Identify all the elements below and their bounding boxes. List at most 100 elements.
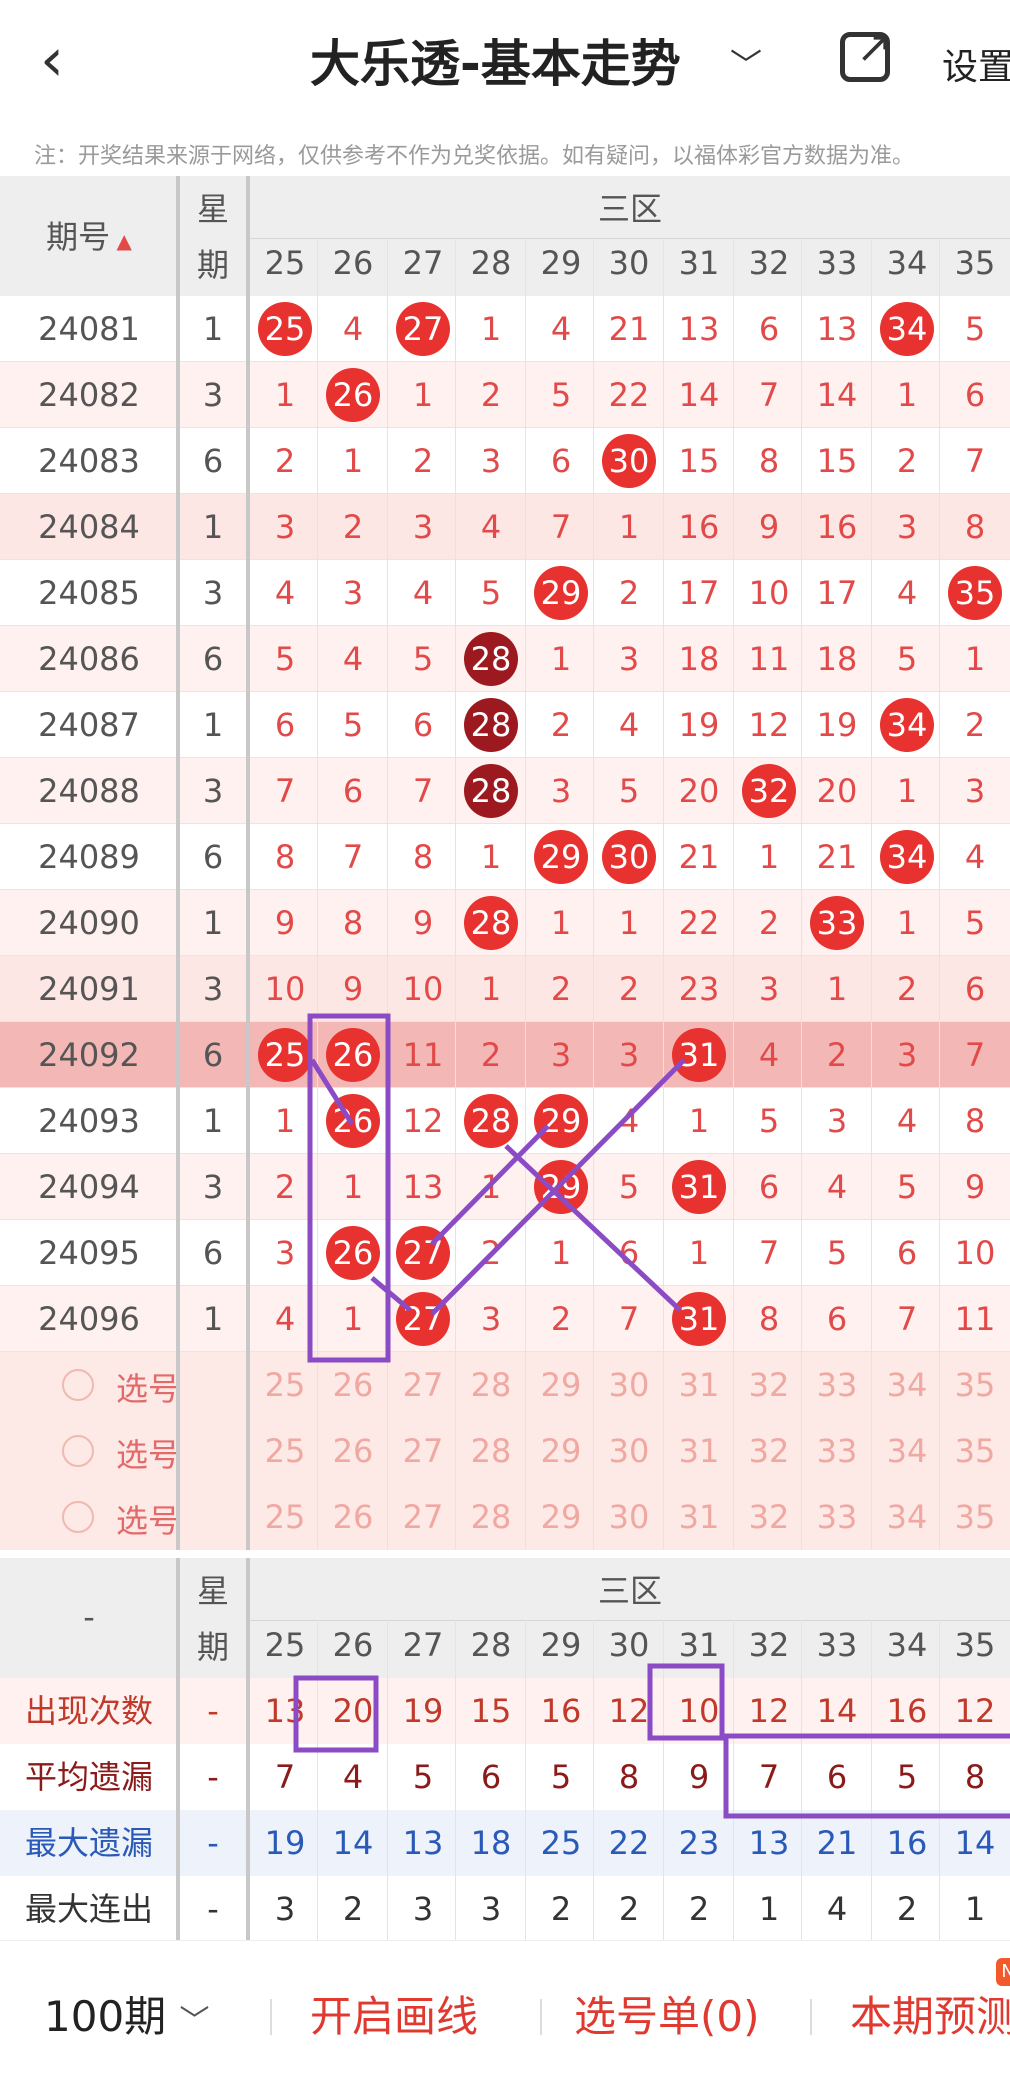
pick-list-button[interactable]: 选号单(0) bbox=[574, 1983, 760, 2044]
omission-cell: 4 bbox=[896, 574, 918, 612]
omission-cell: 23 bbox=[678, 970, 720, 1008]
choose-number-cell[interactable]: 32 bbox=[734, 1484, 804, 1550]
stats-row: 平均遗漏 - 7 4 5 6 5 8 9 7 6 5 8 bbox=[0, 1744, 1010, 1810]
choose-number-cell[interactable]: 33 bbox=[802, 1352, 872, 1418]
omission-cell: 13 bbox=[402, 1168, 444, 1206]
omission-cell: 5 bbox=[964, 310, 986, 348]
choose-number-cell[interactable]: 30 bbox=[594, 1418, 664, 1484]
stats-value: 19 bbox=[264, 1824, 306, 1862]
choose-number-cell[interactable]: 30 bbox=[594, 1352, 664, 1418]
stats-value: 3 bbox=[480, 1890, 502, 1928]
omission-cell: 5 bbox=[964, 904, 986, 942]
drawn-number-ball: 28 bbox=[464, 698, 518, 752]
choose-number-cell[interactable]: 26 bbox=[318, 1484, 388, 1550]
choose-number-cell[interactable]: 34 bbox=[872, 1418, 942, 1484]
omission-cell: 18 bbox=[678, 640, 720, 678]
omission-cell: 5 bbox=[758, 1102, 780, 1140]
choose-number-cell[interactable]: 35 bbox=[940, 1484, 1010, 1550]
omission-cell: 7 bbox=[964, 442, 986, 480]
draw-line-button[interactable]: 开启画线 bbox=[310, 1983, 478, 2044]
choose-number-cell[interactable]: 33 bbox=[802, 1484, 872, 1550]
choose-number-cell[interactable]: 32 bbox=[734, 1352, 804, 1418]
omission-cell: 26 bbox=[318, 362, 388, 428]
omission-cell: 4 bbox=[550, 310, 572, 348]
stats-week: - bbox=[207, 1692, 219, 1730]
omission-cell: 27 bbox=[388, 296, 458, 362]
omission-cell: 2 bbox=[342, 508, 364, 546]
omission-cell: 12 bbox=[402, 1102, 444, 1140]
weekday: 1 bbox=[202, 904, 224, 942]
omission-cell: 7 bbox=[274, 772, 296, 810]
choose-number-cell[interactable]: 25 bbox=[250, 1418, 320, 1484]
radio-button[interactable] bbox=[62, 1435, 94, 1467]
predict-button[interactable]: 本期预测 bbox=[850, 1983, 1010, 2044]
stats-value: 8 bbox=[964, 1758, 986, 1796]
choose-number-cell[interactable]: 28 bbox=[456, 1352, 526, 1418]
radio-button[interactable] bbox=[62, 1369, 94, 1401]
omission-cell: 4 bbox=[480, 508, 502, 546]
omission-cell: 5 bbox=[896, 1168, 918, 1206]
drawn-number-ball: 29 bbox=[534, 1094, 588, 1148]
choose-number-cell[interactable]: 34 bbox=[872, 1484, 942, 1550]
omission-cell: 25 bbox=[250, 296, 320, 362]
choose-number-cell[interactable]: 26 bbox=[318, 1418, 388, 1484]
choose-number-cell[interactable]: 27 bbox=[388, 1352, 458, 1418]
choose-number-cell[interactable]: 35 bbox=[940, 1352, 1010, 1418]
choose-number-cell[interactable]: 31 bbox=[664, 1484, 734, 1550]
column-gridline bbox=[801, 1620, 802, 1942]
back-icon[interactable]: ‹ bbox=[40, 30, 64, 90]
stats-number-header: 28 bbox=[470, 1626, 512, 1664]
column-gridline bbox=[593, 238, 594, 1550]
omission-cell: 7 bbox=[758, 376, 780, 414]
chevron-down-icon[interactable]: ﹀ bbox=[730, 40, 762, 86]
omission-cell: 6 bbox=[618, 1234, 640, 1272]
omission-cell: 1 bbox=[550, 904, 572, 942]
omission-cell: 6 bbox=[896, 1234, 918, 1272]
omission-cell: 19 bbox=[816, 706, 858, 744]
choose-number-cell[interactable]: 34 bbox=[872, 1352, 942, 1418]
page-title[interactable]: 大乐透-基本走势 bbox=[310, 24, 681, 96]
choose-number-cell[interactable]: 31 bbox=[664, 1418, 734, 1484]
stats-label: 最大遗漏 bbox=[24, 1824, 153, 1862]
choose-label: 选号 bbox=[116, 1436, 181, 1474]
choose-number-cell[interactable]: 26 bbox=[318, 1352, 388, 1418]
omission-cell: 6 bbox=[550, 442, 572, 480]
choose-number-cell[interactable]: 29 bbox=[526, 1418, 596, 1484]
period-selector[interactable]: 100期 ﹀ bbox=[44, 1983, 210, 2044]
choose-number-cell[interactable]: 29 bbox=[526, 1484, 596, 1550]
column-gridline bbox=[871, 238, 872, 1550]
choose-number-cell[interactable]: 35 bbox=[940, 1418, 1010, 1484]
issue-column-header[interactable]: 期号 ▲ bbox=[0, 212, 178, 258]
number-column-header: 28 bbox=[470, 244, 512, 282]
choose-number-cell[interactable]: 25 bbox=[250, 1352, 320, 1418]
stats-week-header: 期 bbox=[196, 1628, 229, 1666]
omission-cell: 7 bbox=[758, 1234, 780, 1272]
choose-number-cell[interactable]: 27 bbox=[388, 1418, 458, 1484]
weekday: 1 bbox=[202, 706, 224, 744]
choose-number-cell[interactable]: 29 bbox=[526, 1352, 596, 1418]
stats-value: 2 bbox=[618, 1890, 640, 1928]
settings-link[interactable]: 设置 bbox=[942, 38, 1010, 90]
drawn-number-ball: 26 bbox=[326, 1226, 380, 1280]
drawn-number-ball: 29 bbox=[534, 566, 588, 620]
radio-button[interactable] bbox=[62, 1501, 94, 1533]
omission-cell: 1 bbox=[550, 1234, 572, 1272]
omission-cell: 2 bbox=[896, 442, 918, 480]
stats-value: 13 bbox=[264, 1692, 306, 1730]
choose-number-cell[interactable]: 31 bbox=[664, 1352, 734, 1418]
table-row: 24094 3 2 1 13 1 29 5 31 6 4 5 9 bbox=[0, 1154, 1010, 1220]
choose-number-cell[interactable]: 32 bbox=[734, 1418, 804, 1484]
choose-number-cell[interactable]: 30 bbox=[594, 1484, 664, 1550]
omission-cell: 4 bbox=[412, 574, 434, 612]
choose-number-cell[interactable]: 27 bbox=[388, 1484, 458, 1550]
issue-number: 24084 bbox=[38, 508, 140, 546]
zone-label: 三区 bbox=[597, 190, 662, 228]
choose-number-cell[interactable]: 33 bbox=[802, 1418, 872, 1484]
drawn-number-ball: 26 bbox=[326, 368, 380, 422]
omission-cell: 4 bbox=[274, 1300, 296, 1338]
choose-number-cell[interactable]: 28 bbox=[456, 1484, 526, 1550]
choose-number-cell[interactable]: 25 bbox=[250, 1484, 320, 1550]
choose-number-cell[interactable]: 28 bbox=[456, 1418, 526, 1484]
omission-cell: 6 bbox=[412, 706, 434, 744]
table-row: 24081 1 25 4 27 1 4 21 13 6 13 34 5 bbox=[0, 296, 1010, 362]
